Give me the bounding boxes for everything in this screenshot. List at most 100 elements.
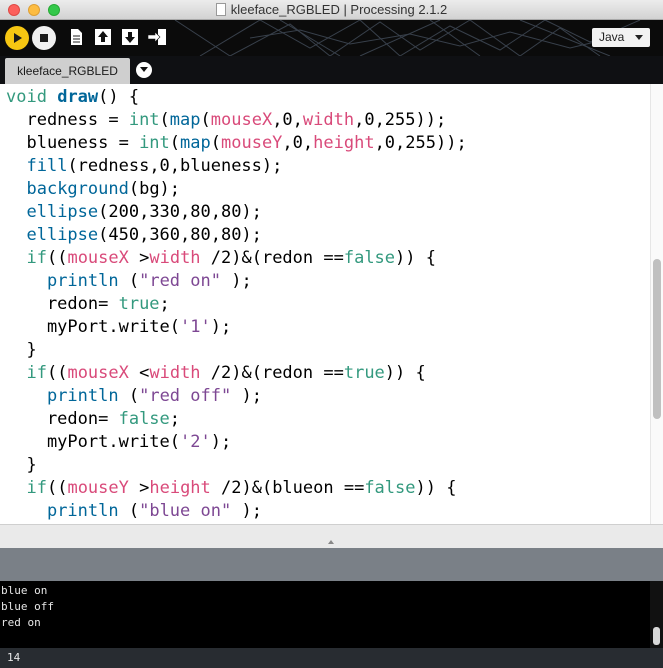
window-title-text: kleeface_RGBLED | Processing 2.1.2 bbox=[230, 2, 448, 17]
code-token: } bbox=[6, 455, 37, 475]
code-token: ,0, bbox=[282, 133, 314, 153]
code-token: (redness,0,blueness); bbox=[67, 156, 283, 176]
code-token: "blue on" bbox=[139, 501, 232, 521]
new-file-icon bbox=[71, 29, 82, 45]
code-line[interactable]: myPort.write('2'); bbox=[6, 431, 467, 454]
code-token: if bbox=[26, 478, 47, 498]
new-button[interactable] bbox=[65, 26, 87, 48]
code-editor[interactable]: void draw() { redness = int(map(mouseX,0… bbox=[0, 84, 663, 524]
console-line: red on bbox=[1, 616, 41, 629]
code-token: ,0,255)); bbox=[354, 110, 447, 130]
code-token: fill bbox=[26, 156, 68, 176]
code-token: ); bbox=[220, 271, 252, 291]
code-token: (( bbox=[46, 478, 68, 498]
code-token: ellipse bbox=[26, 225, 99, 245]
mode-select[interactable]: Java bbox=[592, 28, 650, 47]
code-token: if bbox=[26, 248, 47, 268]
code-token: myPort.write( bbox=[6, 317, 180, 337]
export-button[interactable] bbox=[146, 26, 168, 48]
code-token: true bbox=[118, 294, 160, 314]
code-line[interactable]: println ("red off" ); bbox=[6, 385, 467, 408]
editor-console-divider[interactable] bbox=[0, 524, 663, 548]
code-token: )) { bbox=[395, 248, 436, 268]
code-line[interactable]: if((mouseX >width /2)&(redon ==false)) { bbox=[6, 247, 467, 270]
window-title: kleeface_RGBLED | Processing 2.1.2 bbox=[0, 2, 663, 17]
code-line[interactable]: void draw() { bbox=[6, 86, 467, 109]
code-line[interactable]: myPort.write('1'); bbox=[6, 316, 467, 339]
code-token: println bbox=[46, 501, 119, 521]
code-token: myPort.write( bbox=[6, 432, 180, 452]
code-token: '1' bbox=[180, 317, 211, 337]
code-token: > bbox=[128, 478, 150, 498]
message-area bbox=[0, 548, 663, 581]
console-line: blue off bbox=[1, 600, 54, 613]
tab-kleeface-rgbled[interactable]: kleeface_RGBLED bbox=[5, 58, 130, 84]
code-token: ( bbox=[169, 133, 181, 153]
run-button[interactable] bbox=[5, 26, 29, 50]
code-token: ); bbox=[231, 501, 262, 521]
code-line[interactable]: redon= false; bbox=[6, 408, 467, 431]
console-output: blue on blue off red on bbox=[1, 583, 54, 631]
code-token: '2' bbox=[180, 432, 211, 452]
mode-label: Java bbox=[599, 30, 625, 44]
code-token: ( bbox=[118, 271, 140, 291]
console: blue on blue off red on bbox=[0, 581, 663, 648]
code-token: /2)&(blueon == bbox=[210, 478, 365, 498]
code-token: )) { bbox=[384, 363, 426, 383]
code-token: (450,360,80,80); bbox=[98, 225, 262, 245]
console-scrollbar[interactable] bbox=[650, 581, 663, 648]
editor-scrollbar[interactable] bbox=[650, 84, 663, 524]
code-line[interactable]: background(bg); bbox=[6, 178, 467, 201]
code-token: blueness = bbox=[6, 133, 140, 153]
code-token: redon= bbox=[6, 294, 119, 314]
code-line[interactable]: ellipse(200,330,80,80); bbox=[6, 201, 467, 224]
code-token: ellipse bbox=[26, 202, 99, 222]
save-button[interactable] bbox=[119, 26, 141, 48]
code-token: println bbox=[46, 386, 119, 406]
code-line[interactable]: println ("red on" ); bbox=[6, 270, 467, 293]
code-line[interactable]: blueness = int(map(mouseY,0,height,0,255… bbox=[6, 132, 466, 155]
collapse-arrow-icon[interactable] bbox=[328, 540, 334, 544]
code-token: false bbox=[364, 478, 416, 498]
open-arrow-up-icon bbox=[95, 29, 111, 45]
code-token: ; bbox=[159, 294, 170, 314]
tab-menu-button[interactable] bbox=[136, 62, 152, 78]
tab-bar: kleeface_RGBLED bbox=[0, 56, 663, 84]
chevron-down-icon bbox=[635, 35, 643, 40]
code-token: width bbox=[149, 363, 201, 383]
code-line[interactable]: if((mouseX <width /2)&(redon ==true)) { bbox=[6, 362, 467, 385]
code-token: ); bbox=[210, 432, 232, 452]
code-token: ,0, bbox=[272, 110, 303, 130]
code-token: (( bbox=[46, 248, 68, 268]
code-line[interactable]: if((mouseY >height /2)&(blueon ==false))… bbox=[6, 477, 467, 500]
code-token: ); bbox=[231, 386, 262, 406]
code-token: mouseX bbox=[210, 110, 273, 130]
code-line[interactable]: redness = int(map(mouseX,0,width,0,255))… bbox=[6, 109, 467, 132]
code-token: int bbox=[139, 133, 170, 153]
code-line[interactable]: println ("blue on" ); bbox=[6, 500, 467, 523]
code-line[interactable]: } bbox=[6, 339, 467, 362]
code-line[interactable]: fill(redness,0,blueness); bbox=[6, 155, 467, 178]
code-token: "red off" bbox=[139, 386, 232, 406]
code-line[interactable]: ellipse(450,360,80,80); bbox=[6, 224, 467, 247]
editor-scrollbar-thumb[interactable] bbox=[653, 259, 661, 419]
stop-button[interactable] bbox=[32, 26, 56, 50]
code-token: false bbox=[118, 409, 170, 429]
code-line[interactable]: } bbox=[6, 454, 467, 477]
code-line[interactable]: redon= true; bbox=[6, 293, 467, 316]
code-token: "red on" bbox=[139, 271, 221, 291]
code-token: /2)&(redon == bbox=[200, 248, 344, 268]
open-button[interactable] bbox=[92, 26, 114, 48]
console-scrollbar-thumb[interactable] bbox=[653, 627, 660, 645]
code-token: ( bbox=[210, 133, 221, 153]
code-token: (bg); bbox=[128, 179, 181, 199]
code-area[interactable]: void draw() { redness = int(map(mouseX,0… bbox=[6, 86, 467, 523]
code-token: height bbox=[149, 478, 211, 498]
